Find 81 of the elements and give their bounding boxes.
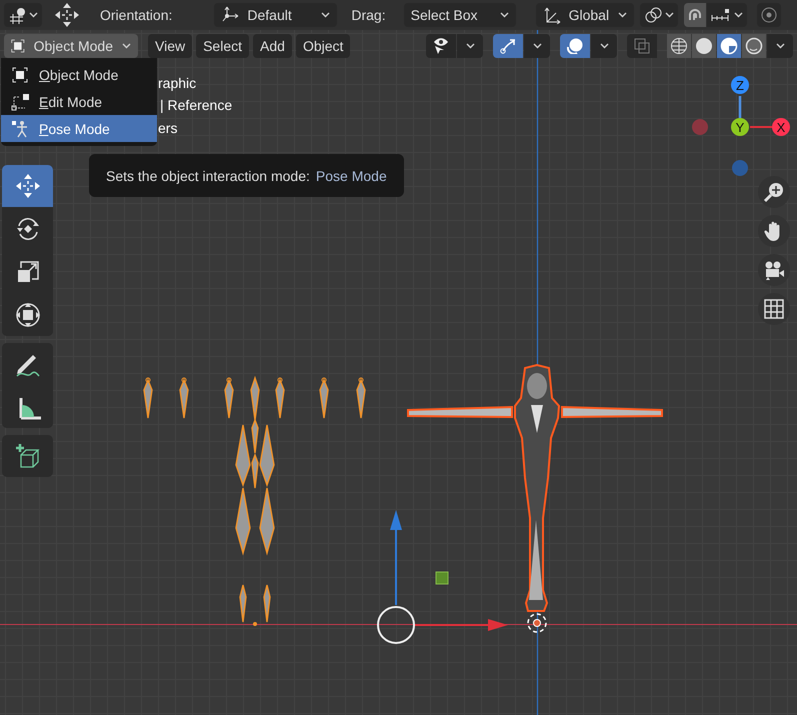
move-tool-icon <box>14 173 40 199</box>
shading-options-dropdown[interactable] <box>767 34 793 58</box>
rotate-tool-icon <box>14 216 40 242</box>
zoom-icon <box>762 180 786 204</box>
toggle-options-dropdown[interactable] <box>457 34 483 58</box>
mode-menu-item[interactable]: Object Mode <box>1 61 157 88</box>
overlays-toggle[interactable] <box>560 34 590 58</box>
solid-shading-button[interactable] <box>692 34 716 58</box>
drag-dropdown[interactable]: Select Box <box>404 3 516 27</box>
xray-toggle[interactable] <box>627 34 657 58</box>
grid-view-button[interactable] <box>758 293 790 325</box>
orientation-dropdown[interactable]: Default <box>214 3 338 27</box>
toggle-options-dropdown[interactable] <box>591 34 617 58</box>
header-menu[interactable]: Add <box>253 34 292 58</box>
pan-hand-button[interactable] <box>758 215 790 247</box>
light-marker-icon <box>436 572 448 584</box>
material-shading-button[interactable] <box>717 34 741 58</box>
caret-icon <box>500 12 509 18</box>
snap-increment-dropdown[interactable] <box>706 3 747 27</box>
pivot-link-button[interactable] <box>640 3 678 27</box>
eye-cursor-icon <box>433 37 449 55</box>
origin-cursor-icon <box>527 613 547 633</box>
visibility-toggle[interactable] <box>426 34 456 58</box>
snap-increment-icon <box>710 8 731 22</box>
transform-orientation-dropdown[interactable]: Global <box>536 3 634 27</box>
magnet-icon <box>688 9 702 21</box>
viewport-grid[interactable]: Object Mode View Select Add Object raphic | Reference ers Object Mode Edit Mode Pose Mode Sets the object interaction mode: Pose Mode Z Y X <box>0 30 797 715</box>
axes-orientation-icon <box>221 6 240 24</box>
sphere-icon <box>670 37 688 55</box>
object-mode-icon <box>11 37 25 55</box>
negative-z-axis-dot[interactable] <box>732 160 748 176</box>
linked-circles-icon <box>644 6 662 24</box>
tooltip-text: Sets the object interaction mode: <box>106 168 310 184</box>
header-menu[interactable]: Object <box>296 34 350 58</box>
mode-menu-item[interactable]: Pose Mode <box>1 115 157 142</box>
gizmo-arrow-icon <box>500 38 516 54</box>
caret-icon <box>532 43 542 49</box>
viewport-info-text: raphic <box>158 75 196 91</box>
caret-icon <box>664 12 674 18</box>
edit-mode-icon <box>11 92 31 110</box>
caret-icon <box>734 12 743 18</box>
drag-label: Drag: <box>351 7 386 23</box>
pivot-point-icon <box>8 6 26 24</box>
header-menu[interactable]: View <box>148 34 192 58</box>
viewport-info-text: ers <box>158 120 178 136</box>
proportional-edit-icon <box>760 7 777 23</box>
tooltip-value: Pose Mode <box>316 168 387 184</box>
proportional-edit-button[interactable] <box>756 3 781 27</box>
y-axis-handle[interactable]: Y <box>731 118 749 136</box>
camera-view-button[interactable] <box>758 254 790 286</box>
caret-icon <box>776 43 784 49</box>
zoom-button[interactable] <box>758 176 790 208</box>
sphere-icon <box>695 37 713 55</box>
z-axis-handle[interactable]: Z <box>731 76 749 94</box>
negative-x-axis-dot[interactable] <box>692 119 708 135</box>
rendered-shading-button[interactable] <box>742 34 766 58</box>
header-menu[interactable]: Select <box>196 34 250 58</box>
gizmo-toggle[interactable] <box>493 34 523 58</box>
xray-squares-icon <box>634 38 650 54</box>
caret-icon <box>466 43 474 49</box>
viewport-info-text: | Reference <box>160 97 232 113</box>
caret-icon <box>618 12 627 18</box>
snap-magnet-button[interactable] <box>684 3 706 27</box>
move-tool-button[interactable] <box>2 165 53 207</box>
caret-icon <box>29 12 38 18</box>
caret-icon <box>600 43 608 49</box>
mode-dropdown[interactable]: Object Mode <box>4 34 138 58</box>
x-axis-handle[interactable]: X <box>772 118 790 136</box>
transform-tool-icon <box>14 302 40 328</box>
global-axes-icon <box>542 6 561 24</box>
grid-icon <box>762 297 786 321</box>
overlay-circles-icon <box>567 38 583 54</box>
orientation-label: Orientation: <box>100 7 172 23</box>
transform-pivot-button[interactable] <box>4 3 42 27</box>
caret-icon <box>321 12 330 18</box>
caret-icon <box>122 43 131 49</box>
sphere-icon <box>720 37 738 55</box>
toggle-options-dropdown[interactable] <box>524 34 550 58</box>
sphere-icon <box>745 37 763 55</box>
wireframe-shading-button[interactable] <box>667 34 691 58</box>
mode-menu-item[interactable]: Edit Mode <box>1 88 157 115</box>
